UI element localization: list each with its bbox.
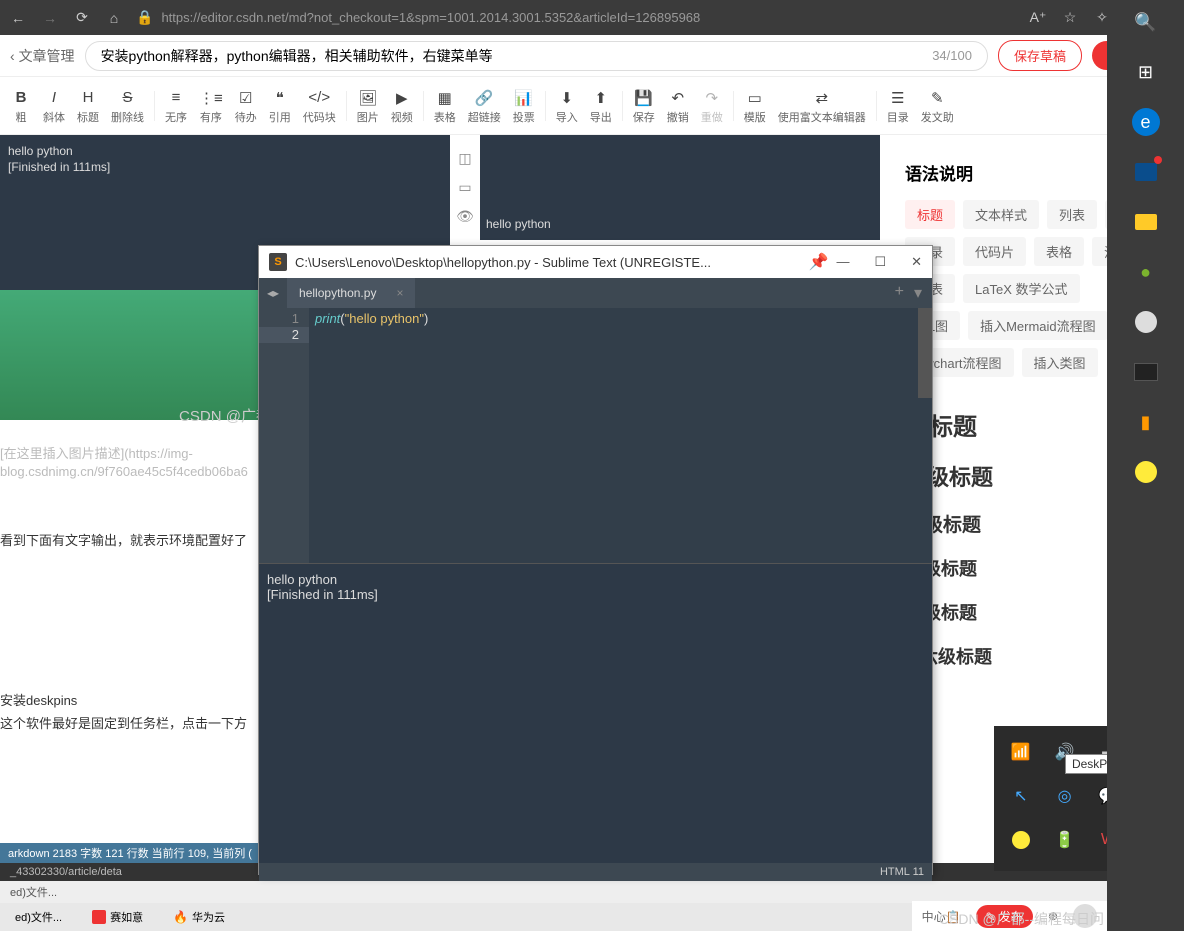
tool-table[interactable]: ▦表格 — [428, 84, 462, 128]
syntax-tag-heading[interactable]: 标题 — [905, 200, 955, 229]
tool-undo[interactable]: ↶撤销 — [661, 84, 695, 128]
tool-link[interactable]: 🔗超链接 — [462, 84, 507, 128]
editor-scrollbar[interactable] — [918, 308, 932, 398]
tool-import[interactable]: ⬇导入 — [550, 84, 584, 128]
tool-heading[interactable]: H标题 — [71, 84, 105, 128]
sublime-editor-area[interactable]: 1 2 print("hello python") — [259, 308, 932, 563]
code-content[interactable]: print("hello python") — [309, 308, 932, 563]
sublime-title-text: C:\Users\Lenovo\Desktop\hellopython.py -… — [295, 255, 801, 270]
new-tab-icon[interactable]: + — [895, 283, 904, 303]
pin-icon[interactable]: 📌 — [809, 252, 829, 272]
tray-wifi-icon[interactable]: 📶 — [1010, 741, 1032, 763]
explorer-icon[interactable] — [1132, 208, 1160, 236]
syntax-tag-table[interactable]: 表格 — [1034, 237, 1084, 266]
tool-richtext[interactable]: ⇄使用富文本编辑器 — [772, 84, 872, 128]
home-icon[interactable]: ⌂ — [104, 8, 124, 28]
markdown-status-bar[interactable]: arkdown 2183 字数 121 行数 当前行 109, 当前列 ( — [0, 843, 260, 863]
sublime-app-icon: S — [269, 253, 287, 271]
article-title-container: 34/100 — [85, 41, 988, 71]
save-draft-button[interactable]: 保存草稿 — [998, 40, 1082, 71]
csdn-watermark-2: CSDN @广都--编程每日问 — [939, 909, 1104, 929]
collections-icon[interactable]: ⊞ — [1132, 58, 1160, 86]
syntax-tag-text[interactable]: 文本样式 — [963, 200, 1039, 229]
sublime-icon[interactable]: ▮ — [1132, 408, 1160, 436]
sublime-text-window[interactable]: S C:\Users\Lenovo\Desktop\hellopython.py… — [258, 245, 933, 875]
sublime-build-output[interactable]: hello python [Finished in 111ms] — [259, 563, 932, 863]
tool-image[interactable]: 🖼图片 — [351, 84, 385, 128]
tool-vote[interactable]: 📊投票 — [507, 84, 541, 128]
qq-music-icon[interactable] — [1132, 458, 1160, 486]
tray-music-icon[interactable] — [1010, 829, 1032, 851]
close-icon[interactable]: ✕ — [911, 254, 922, 270]
tab-nav-arrows[interactable]: ◂▸ — [259, 286, 287, 300]
minimize-icon[interactable]: — — [836, 254, 849, 270]
syntax-tag-class[interactable]: 插入类图 — [1022, 348, 1098, 377]
sublime-statusbar[interactable]: HTML 11 — [259, 863, 932, 881]
tool-redo[interactable]: ↷重做 — [695, 84, 729, 128]
preview-embedded-output: hello python — [480, 135, 880, 240]
browser-bar: ← → ⟳ ⌂ 🔒 https://editor.csdn.net/md?not… — [0, 0, 1184, 35]
sublime-file-tab[interactable]: hellopython.py × — [287, 278, 415, 308]
refresh-icon[interactable]: ⟳ — [72, 8, 92, 28]
title-counter: 34/100 — [932, 48, 972, 63]
line-gutter: 1 2 — [259, 308, 309, 563]
view-side-icon[interactable]: ▭ — [458, 179, 471, 196]
tool-export[interactable]: ⬆导出 — [584, 84, 618, 128]
tool-ul[interactable]: ≡无序 — [159, 84, 193, 128]
tool-strike[interactable]: S删除线 — [105, 84, 150, 128]
tab-file-1[interactable]: ed)文件... — [0, 884, 67, 900]
maximize-icon[interactable]: ☐ — [874, 254, 886, 270]
tool-ol[interactable]: ⋮≡有序 — [193, 84, 229, 128]
forward-icon: → — [40, 8, 60, 28]
tray-battery-icon[interactable]: 🔋 — [1054, 829, 1076, 851]
syntax-tag-code[interactable]: 代码片 — [963, 237, 1026, 266]
tab-close-icon[interactable]: × — [396, 286, 403, 300]
search-icon[interactable]: 🔍 — [1132, 8, 1160, 36]
sublime-titlebar[interactable]: S C:\Users\Lenovo\Desktop\hellopython.py… — [259, 246, 932, 278]
url-text: https://editor.csdn.net/md?not_checkout=… — [161, 10, 700, 25]
tool-video[interactable]: ▶视频 — [385, 84, 419, 128]
sublime-tab-bar: ◂▸ hellopython.py × + ▾ — [259, 278, 932, 308]
tool-todo[interactable]: ☑待办 — [229, 84, 263, 128]
favorite-icon[interactable]: ☆ — [1060, 8, 1080, 28]
edge-icon[interactable]: e — [1132, 108, 1160, 136]
tool-italic[interactable]: I斜体 — [37, 84, 71, 128]
syntax-tag-mermaid[interactable]: 插入Mermaid流程图 — [968, 311, 1108, 340]
tool-bold[interactable]: B粗 — [5, 84, 37, 128]
tray-cursor-icon[interactable]: ↖ — [1010, 785, 1032, 807]
view-split-icon[interactable]: ◫ — [458, 150, 471, 167]
url-bar[interactable]: 🔒 https://editor.csdn.net/md?not_checkou… — [136, 9, 1016, 26]
terminal-icon[interactable] — [1132, 358, 1160, 386]
tab-menu-icon[interactable]: ▾ — [914, 283, 922, 303]
editor-header: ‹ 文章管理 34/100 保存草稿 发布文章 — [0, 35, 1184, 77]
back-icon[interactable]: ← — [8, 8, 28, 28]
tab-app-1[interactable]: 赛如意 — [82, 909, 153, 925]
view-preview-icon[interactable]: 👁 — [456, 208, 474, 225]
wechat-icon[interactable]: ● — [1132, 258, 1160, 286]
app-icon-1[interactable] — [1132, 308, 1160, 336]
tool-template[interactable]: ▭模版 — [738, 84, 772, 128]
syntax-tag-latex[interactable]: LaTeX 数学公式 — [963, 274, 1079, 303]
tool-code[interactable]: </>代码块 — [297, 84, 342, 128]
syntax-tag-list[interactable]: 列表 — [1047, 200, 1097, 229]
article-title-input[interactable] — [101, 43, 933, 69]
back-to-articles[interactable]: ‹ 文章管理 — [10, 46, 75, 66]
tool-save[interactable]: 💾保存 — [627, 84, 661, 128]
store-icon[interactable] — [1132, 158, 1160, 186]
tab-file-2[interactable]: ed)文件... — [5, 909, 72, 925]
tray-scan-icon[interactable]: ◎ — [1054, 785, 1076, 807]
lock-icon: 🔒 — [136, 9, 153, 26]
tool-quote[interactable]: ❝引用 — [263, 84, 297, 128]
tab-huawei[interactable]: 🔥华为云 — [163, 909, 235, 925]
tool-toc[interactable]: ☰目录 — [881, 84, 915, 128]
tool-assistant[interactable]: ✎发文助 — [915, 84, 960, 128]
edge-sidebar: 🔍 ⊞ e ● ▮ — [1107, 0, 1184, 931]
reader-icon[interactable]: A⁺ — [1028, 8, 1048, 28]
editor-toolbar: B粗 I斜体 H标题 S删除线 ≡无序 ⋮≡有序 ☑待办 ❝引用 </>代码块 … — [0, 77, 1184, 135]
